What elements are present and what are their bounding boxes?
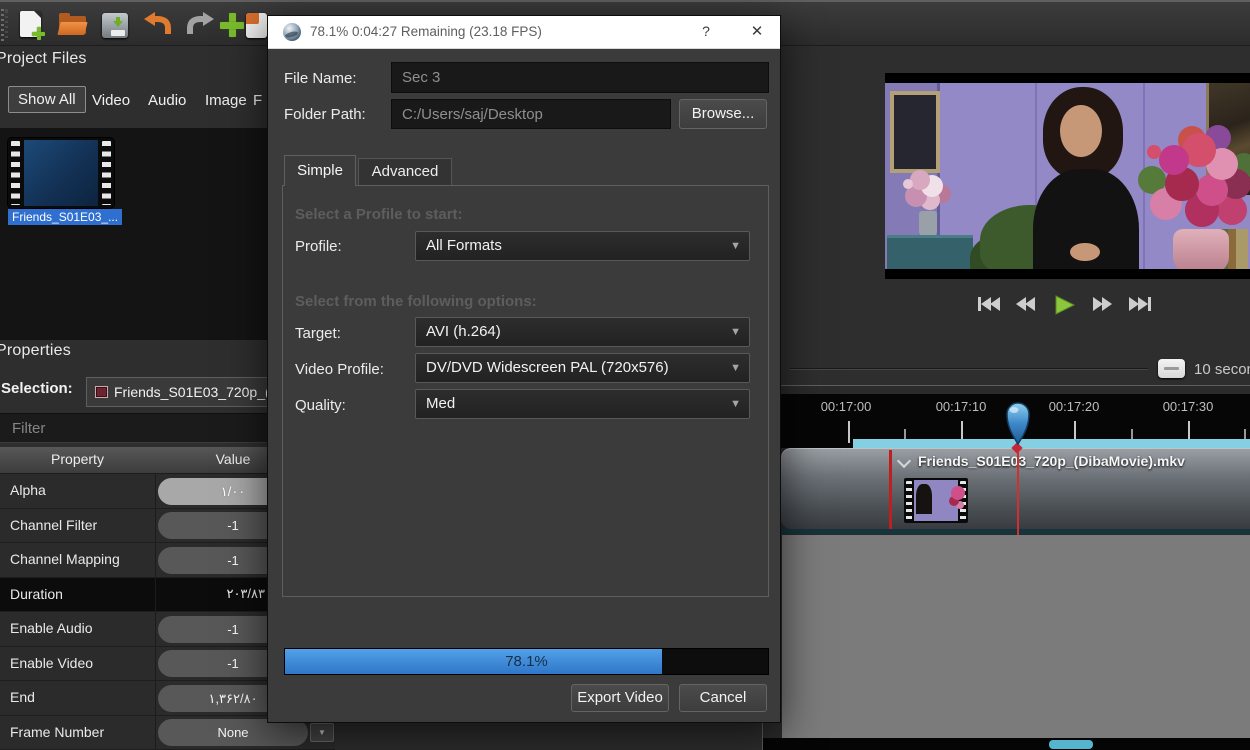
filter-tab-audio[interactable]: Audio [148,92,186,109]
dialog-title: 78.1% 0:04:27 Remaining (23.18 FPS) [310,24,542,39]
progress-percent: 78.1% [285,649,768,675]
project-files-title: Project Files [0,50,87,68]
profile-label: Profile: [295,238,342,255]
toolbar-drag-handle[interactable] [1,9,9,41]
play-icon [1048,294,1080,316]
ruler-tick: 00:17:30 [1163,399,1214,414]
clip-in-marker[interactable] [889,450,892,529]
scrollbar-thumb[interactable] [1049,740,1093,749]
export-video-button[interactable]: Export Video [571,684,669,712]
selection-label: Selection: [1,380,73,397]
profile-section-label: Select a Profile to start: [295,206,463,223]
cancel-button[interactable]: Cancel [679,684,767,712]
timeline-panel: 00:17:00 00:17:10 00:17:20 00:17:30 Frie… [762,385,1250,750]
options-section-label: Select from the following options: [295,293,537,310]
tab-advanced[interactable]: Advanced [358,158,452,186]
add-track-button[interactable] [216,10,248,40]
timeline-empty-area: Activate Windows Go to Settings to activ… [782,535,1250,738]
jump-end-button[interactable] [1123,294,1155,316]
fast-forward-icon [1086,294,1118,314]
chevron-down-icon[interactable] [899,456,909,466]
ruler-tick: 00:17:10 [936,399,987,414]
video-file-name[interactable]: Friends_S01E03_... [8,209,122,225]
openshot-window: Project Files Show All Video Audio Image… [0,0,1250,750]
frame-number-value[interactable]: None [158,719,308,746]
open-project-button[interactable] [57,10,89,40]
filter-tab-file[interactable]: F [253,92,262,109]
target-select[interactable]: AVI (h.264) ▼ [415,317,750,347]
tab-simple[interactable]: Simple [284,155,356,186]
browse-button[interactable]: Browse... [679,99,767,129]
folder-path-label: Folder Path: [284,106,366,123]
playhead-marker[interactable] [1004,400,1032,451]
wall-art [1206,83,1250,195]
chevron-down-icon: ▼ [730,232,741,260]
timeline-zoom-slider[interactable] [790,368,1148,370]
fast-forward-button[interactable] [1086,294,1118,316]
rewind-icon [1011,294,1043,314]
import-files-icon [246,13,267,38]
target-label: Target: [295,325,341,342]
flower-vase [1173,229,1229,269]
duration-value[interactable]: ۲۰۳/۸۳ [158,586,265,602]
video-preview [885,73,1250,279]
timeline-clip[interactable]: Friends_S01E03_720p_(DibaMovie).mkv [918,453,1185,469]
chevron-down-icon: ▼ [730,318,741,346]
chevron-down-icon: ▼ [730,390,741,418]
save-icon [102,13,128,38]
undo-button[interactable] [141,10,173,40]
file-name-label: File Name: [284,70,357,87]
jump-end-icon [1123,294,1155,314]
clip-selection-strip [853,439,1250,448]
jump-start-button[interactable] [974,294,1006,316]
play-button[interactable] [1048,294,1080,316]
redo-icon [185,10,217,38]
frame-number-dropdown[interactable]: ▼ [310,723,334,742]
flower-bouquet [1147,145,1161,159]
quality-label: Quality: [295,397,346,414]
folder-path-input[interactable]: C:/Users/saj/Desktop [391,99,671,129]
openshot-logo-icon [283,23,301,41]
quality-select[interactable]: Med ▼ [415,389,750,419]
video-file-thumbnail[interactable] [8,138,114,208]
new-project-button[interactable] [16,10,48,40]
redo-button[interactable] [185,10,217,40]
save-project-button[interactable] [99,10,131,40]
filter-tab-image[interactable]: Image [205,92,247,109]
framed-picture [890,91,940,173]
track-bottom-edge [781,529,1250,534]
ruler-tick: 00:17:20 [1049,399,1100,414]
undo-icon [141,10,173,38]
zoom-slider-handle[interactable] [1158,359,1185,378]
zoom-scale-label: 10 seconds [1194,361,1250,378]
rewind-button[interactable] [1011,294,1043,316]
export-video-dialog: 78.1% 0:04:27 Remaining (23.18 FPS) ? ✕ … [267,15,781,723]
plus-icon [220,13,244,37]
clip-thumbnail [904,478,968,523]
chevron-down-icon: ▼ [730,354,741,382]
column-property: Property [0,451,155,467]
dialog-titlebar[interactable]: 78.1% 0:04:27 Remaining (23.18 FPS) ? ✕ [268,16,780,49]
video-profile-select[interactable]: DV/DVD Widescreen PAL (720x576) ▼ [415,353,750,383]
ruler-tick: 00:17:00 [821,399,872,414]
timeline-scrollbar[interactable] [763,738,1250,750]
video-frame [885,83,1250,269]
file-name-input[interactable]: Sec 3 [391,62,769,93]
playhead-line[interactable] [1017,448,1019,536]
clip-icon [95,386,108,398]
filter-tab-video[interactable]: Video [92,92,130,109]
properties-title: Properties [0,342,71,360]
help-button[interactable]: ? [696,23,716,39]
video-profile-label: Video Profile: [295,361,384,378]
simple-tab-panel: Select a Profile to start: Profile: All … [282,185,769,597]
new-project-icon [20,11,41,37]
filter-tab-show-all[interactable]: Show All [8,86,86,113]
jump-start-icon [974,294,1006,314]
export-progress-bar: 78.1% [284,648,769,675]
close-button[interactable]: ✕ [746,22,768,40]
profile-select[interactable]: All Formats ▼ [415,231,750,261]
